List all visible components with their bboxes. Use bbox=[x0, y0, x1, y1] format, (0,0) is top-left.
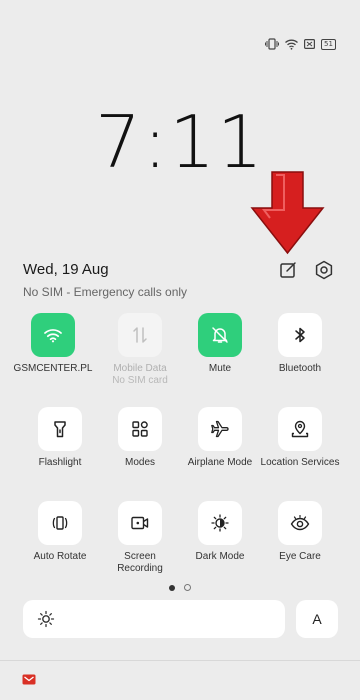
tile-label: Eye Care bbox=[279, 551, 321, 562]
tile-modes[interactable]: Modes bbox=[100, 407, 180, 469]
tile-label: GSMCENTER.PL bbox=[13, 363, 93, 374]
tile-airplane[interactable]: Airplane Mode bbox=[180, 407, 260, 469]
location-icon bbox=[291, 420, 309, 438]
tile-bluetooth[interactable]: Bluetooth bbox=[260, 313, 340, 375]
page-indicator bbox=[0, 578, 360, 596]
tile-label: Mute bbox=[208, 363, 232, 374]
divider bbox=[0, 660, 360, 661]
tile-label: Auto Rotate bbox=[33, 551, 87, 562]
tile-mobile-data[interactable]: Mobile Data No SIM card bbox=[100, 313, 180, 387]
wifi-icon bbox=[44, 328, 62, 342]
battery-icon: 51 bbox=[321, 38, 336, 50]
bluetooth-toggle[interactable] bbox=[278, 313, 322, 357]
mobile-data-toggle[interactable] bbox=[118, 313, 162, 357]
eye-care-toggle[interactable] bbox=[278, 501, 322, 545]
flashlight-icon bbox=[54, 421, 66, 438]
tile-location[interactable]: Location Services bbox=[260, 407, 340, 469]
bluetooth-icon bbox=[295, 327, 305, 343]
sim-status: No SIM - Emergency calls only bbox=[23, 285, 188, 299]
tile-label: Mobile Data bbox=[113, 363, 167, 374]
eye-icon bbox=[290, 515, 310, 531]
dark-mode-icon bbox=[211, 514, 229, 532]
tile-label: Location Services bbox=[260, 457, 340, 468]
auto-brightness-button[interactable]: A bbox=[296, 600, 338, 638]
vibrate-icon bbox=[265, 38, 279, 50]
modes-toggle[interactable] bbox=[118, 407, 162, 451]
screen-recording-toggle[interactable] bbox=[118, 501, 162, 545]
tile-dark-mode[interactable]: Dark Mode bbox=[180, 501, 260, 563]
tile-label: Flashlight bbox=[38, 457, 82, 468]
tile-eye-care[interactable]: Eye Care bbox=[260, 501, 340, 563]
tile-screen-recording[interactable]: Screen Recording bbox=[100, 501, 180, 575]
page-dot-inactive[interactable] bbox=[183, 584, 191, 591]
wifi-icon bbox=[285, 39, 298, 50]
wifi-toggle[interactable] bbox=[31, 313, 75, 357]
tile-label: Modes bbox=[124, 457, 155, 468]
dark-mode-toggle[interactable] bbox=[198, 501, 242, 545]
tile-label: Airplane Mode bbox=[187, 457, 253, 468]
tile-flashlight[interactable]: Flashlight bbox=[20, 407, 100, 469]
auto-rotate-toggle[interactable] bbox=[38, 501, 82, 545]
auto-rotate-icon bbox=[52, 516, 68, 530]
airplane-icon bbox=[211, 420, 229, 438]
airplane-toggle[interactable] bbox=[198, 407, 242, 451]
date-label: Wed, 19 Aug bbox=[23, 261, 109, 278]
tile-mute[interactable]: Mute bbox=[180, 313, 260, 375]
tile-sublabel: No SIM card bbox=[112, 375, 168, 386]
status-bar: 51 bbox=[265, 38, 336, 50]
flashlight-toggle[interactable] bbox=[38, 407, 82, 451]
tile-label: Dark Mode bbox=[195, 551, 245, 562]
tile-auto-rotate[interactable]: Auto Rotate bbox=[20, 501, 100, 563]
modes-icon bbox=[132, 421, 148, 437]
page-dot-active[interactable] bbox=[169, 585, 176, 591]
annotation-arrow-icon bbox=[250, 171, 325, 255]
tile-wifi[interactable]: GSMCENTER.PL bbox=[13, 313, 93, 375]
settings-gear-icon[interactable] bbox=[314, 260, 334, 280]
tile-label: Bluetooth bbox=[278, 363, 322, 374]
sim-icon bbox=[304, 39, 315, 49]
bell-off-icon bbox=[212, 327, 228, 343]
brightness-slider[interactable] bbox=[23, 600, 285, 638]
tile-label: Screen Recording bbox=[117, 551, 163, 574]
edit-icon[interactable] bbox=[278, 260, 298, 280]
mute-toggle[interactable] bbox=[198, 313, 242, 357]
sun-icon bbox=[37, 610, 55, 628]
screen-record-icon bbox=[131, 516, 149, 530]
location-toggle[interactable] bbox=[278, 407, 322, 451]
gmail-notification-icon[interactable] bbox=[22, 674, 36, 685]
mobile-data-icon bbox=[133, 327, 147, 343]
